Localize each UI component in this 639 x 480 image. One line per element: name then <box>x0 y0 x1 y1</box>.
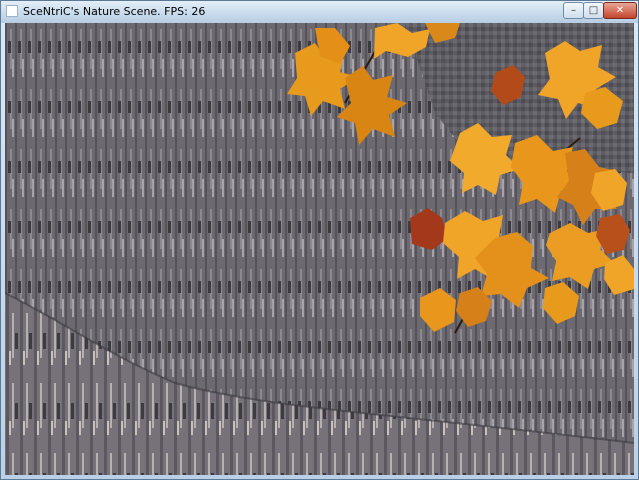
close-icon: ✕ <box>615 5 625 16</box>
nature-scene-render <box>5 23 634 475</box>
window-title: SceNtriC's Nature Scene. FPS: 26 <box>23 5 206 18</box>
scene-viewport[interactable] <box>5 23 634 475</box>
maximize-button[interactable]: □ <box>583 2 604 19</box>
minimize-button[interactable]: – <box>563 2 584 19</box>
app-icon <box>6 5 18 17</box>
app-window: SceNtriC's Nature Scene. FPS: 26 – □ ✕ <box>0 0 639 480</box>
title-bar[interactable]: SceNtriC's Nature Scene. FPS: 26 – □ ✕ <box>1 1 638 23</box>
close-button[interactable]: ✕ <box>603 2 637 19</box>
maximize-icon: □ <box>588 5 599 16</box>
minimize-icon: – <box>571 5 576 16</box>
